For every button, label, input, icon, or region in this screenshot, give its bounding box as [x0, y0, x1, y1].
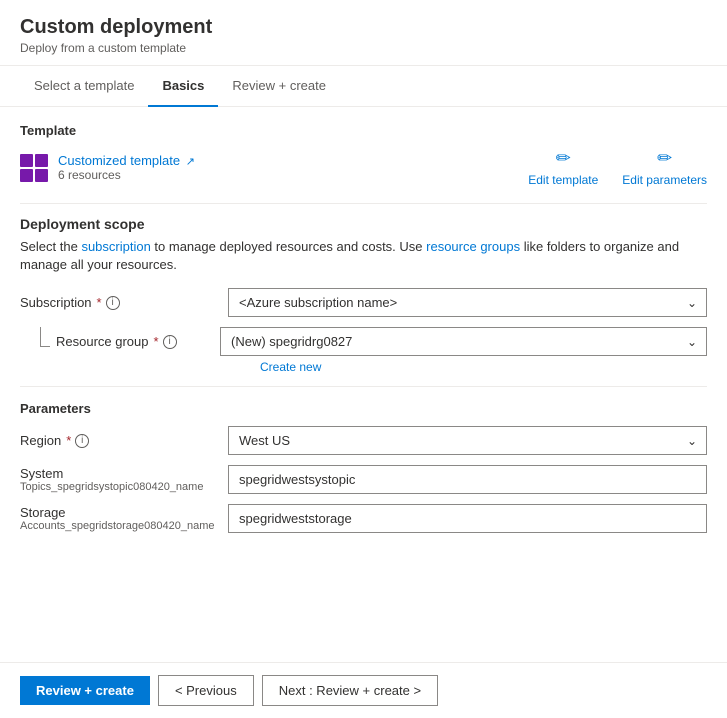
- page-wrapper: Custom deployment Deploy from a custom t…: [0, 0, 727, 718]
- storage-label-container: Storage Accounts_spegridstorage080420_na…: [20, 505, 220, 532]
- subscription-dropdown-wrapper: <Azure subscription name> ⌄: [228, 288, 707, 317]
- region-required: *: [66, 433, 71, 448]
- template-section-heading: Template: [20, 123, 707, 138]
- template-icon: [20, 154, 48, 182]
- header: Custom deployment Deploy from a custom t…: [0, 0, 727, 66]
- edit-template-icon: ✏: [556, 148, 571, 169]
- region-label: Region * i: [20, 433, 220, 448]
- storage-input-wrapper: [228, 504, 707, 533]
- edit-template-label: Edit template: [528, 173, 598, 187]
- subscription-required: *: [97, 295, 102, 310]
- template-actions: ✏ Edit template ✏ Edit parameters: [528, 148, 707, 187]
- edit-parameters-icon: ✏: [657, 148, 672, 169]
- external-link-icon: ↗: [186, 156, 195, 168]
- subscription-link[interactable]: subscription: [81, 239, 150, 254]
- subscription-dropdown[interactable]: <Azure subscription name>: [228, 288, 707, 317]
- template-resources: 6 resources: [58, 168, 195, 182]
- resource-group-info-icon[interactable]: i: [163, 335, 177, 349]
- page-title: Custom deployment: [20, 16, 707, 39]
- review-create-button[interactable]: Review + create: [20, 676, 150, 705]
- resource-group-dropdown-wrapper: (New) spegridrg0827 ⌄: [220, 327, 707, 356]
- next-button[interactable]: Next : Review + create >: [262, 675, 438, 706]
- region-row: Region * i West US ⌄: [20, 426, 707, 455]
- create-new-container: Create new: [20, 360, 707, 374]
- deployment-scope-description: Select the subscription to manage deploy…: [20, 238, 707, 274]
- storage-label: Storage: [20, 505, 220, 520]
- resource-group-required: *: [154, 334, 159, 349]
- system-input-wrapper: [228, 465, 707, 494]
- subscription-label: Subscription * i: [20, 295, 220, 310]
- region-info-icon[interactable]: i: [75, 434, 89, 448]
- previous-button[interactable]: < Previous: [158, 675, 254, 706]
- parameters-heading: Parameters: [20, 401, 707, 416]
- storage-input[interactable]: [228, 504, 707, 533]
- region-dropdown[interactable]: West US: [228, 426, 707, 455]
- parameters-section: Parameters Region * i West US ⌄ Sy: [20, 401, 707, 533]
- main-content: Template Customized template ↗ 6 resourc…: [0, 107, 727, 662]
- page-subtitle: Deploy from a custom template: [20, 41, 707, 55]
- template-left: Customized template ↗ 6 resources: [20, 153, 195, 182]
- region-dropdown-wrapper: West US ⌄: [228, 426, 707, 455]
- system-row: System Topics_spegridsystopic080420_name: [20, 465, 707, 494]
- template-row: Customized template ↗ 6 resources ✏ Edit…: [20, 148, 707, 187]
- system-input[interactable]: [228, 465, 707, 494]
- resource-group-label: Resource group * i: [56, 334, 177, 349]
- storage-sublabel: Accounts_spegridstorage080420_name: [20, 520, 220, 532]
- resource-group-dropdown[interactable]: (New) spegridrg0827: [220, 327, 707, 356]
- system-label: System: [20, 466, 220, 481]
- tab-review-create[interactable]: Review + create: [218, 66, 340, 107]
- deployment-scope-heading: Deployment scope: [20, 216, 707, 232]
- footer: Review + create < Previous Next : Review…: [0, 662, 727, 718]
- edit-template-button[interactable]: ✏ Edit template: [528, 148, 598, 187]
- resource-group-label-container: Resource group * i: [20, 334, 220, 349]
- separator-2: [20, 386, 707, 387]
- tab-basics[interactable]: Basics: [148, 66, 218, 107]
- system-label-container: System Topics_spegridsystopic080420_name: [20, 466, 220, 493]
- storage-row: Storage Accounts_spegridstorage080420_na…: [20, 504, 707, 533]
- tab-select-template[interactable]: Select a template: [20, 66, 148, 107]
- subscription-info-icon[interactable]: i: [106, 296, 120, 310]
- resource-group-row: Resource group * i (New) spegridrg0827 ⌄: [20, 327, 707, 356]
- edit-parameters-label: Edit parameters: [622, 173, 707, 187]
- resource-groups-link[interactable]: resource groups: [426, 239, 520, 254]
- edit-parameters-button[interactable]: ✏ Edit parameters: [622, 148, 707, 187]
- indent-connector: [40, 327, 50, 347]
- system-sublabel: Topics_spegridsystopic080420_name: [20, 481, 220, 493]
- subscription-row: Subscription * i <Azure subscription nam…: [20, 288, 707, 317]
- separator-1: [20, 203, 707, 204]
- template-name-link[interactable]: Customized template: [58, 153, 180, 168]
- create-new-link[interactable]: Create new: [260, 360, 707, 374]
- tabs-bar: Select a template Basics Review + create: [0, 66, 727, 107]
- template-info: Customized template ↗ 6 resources: [58, 153, 195, 182]
